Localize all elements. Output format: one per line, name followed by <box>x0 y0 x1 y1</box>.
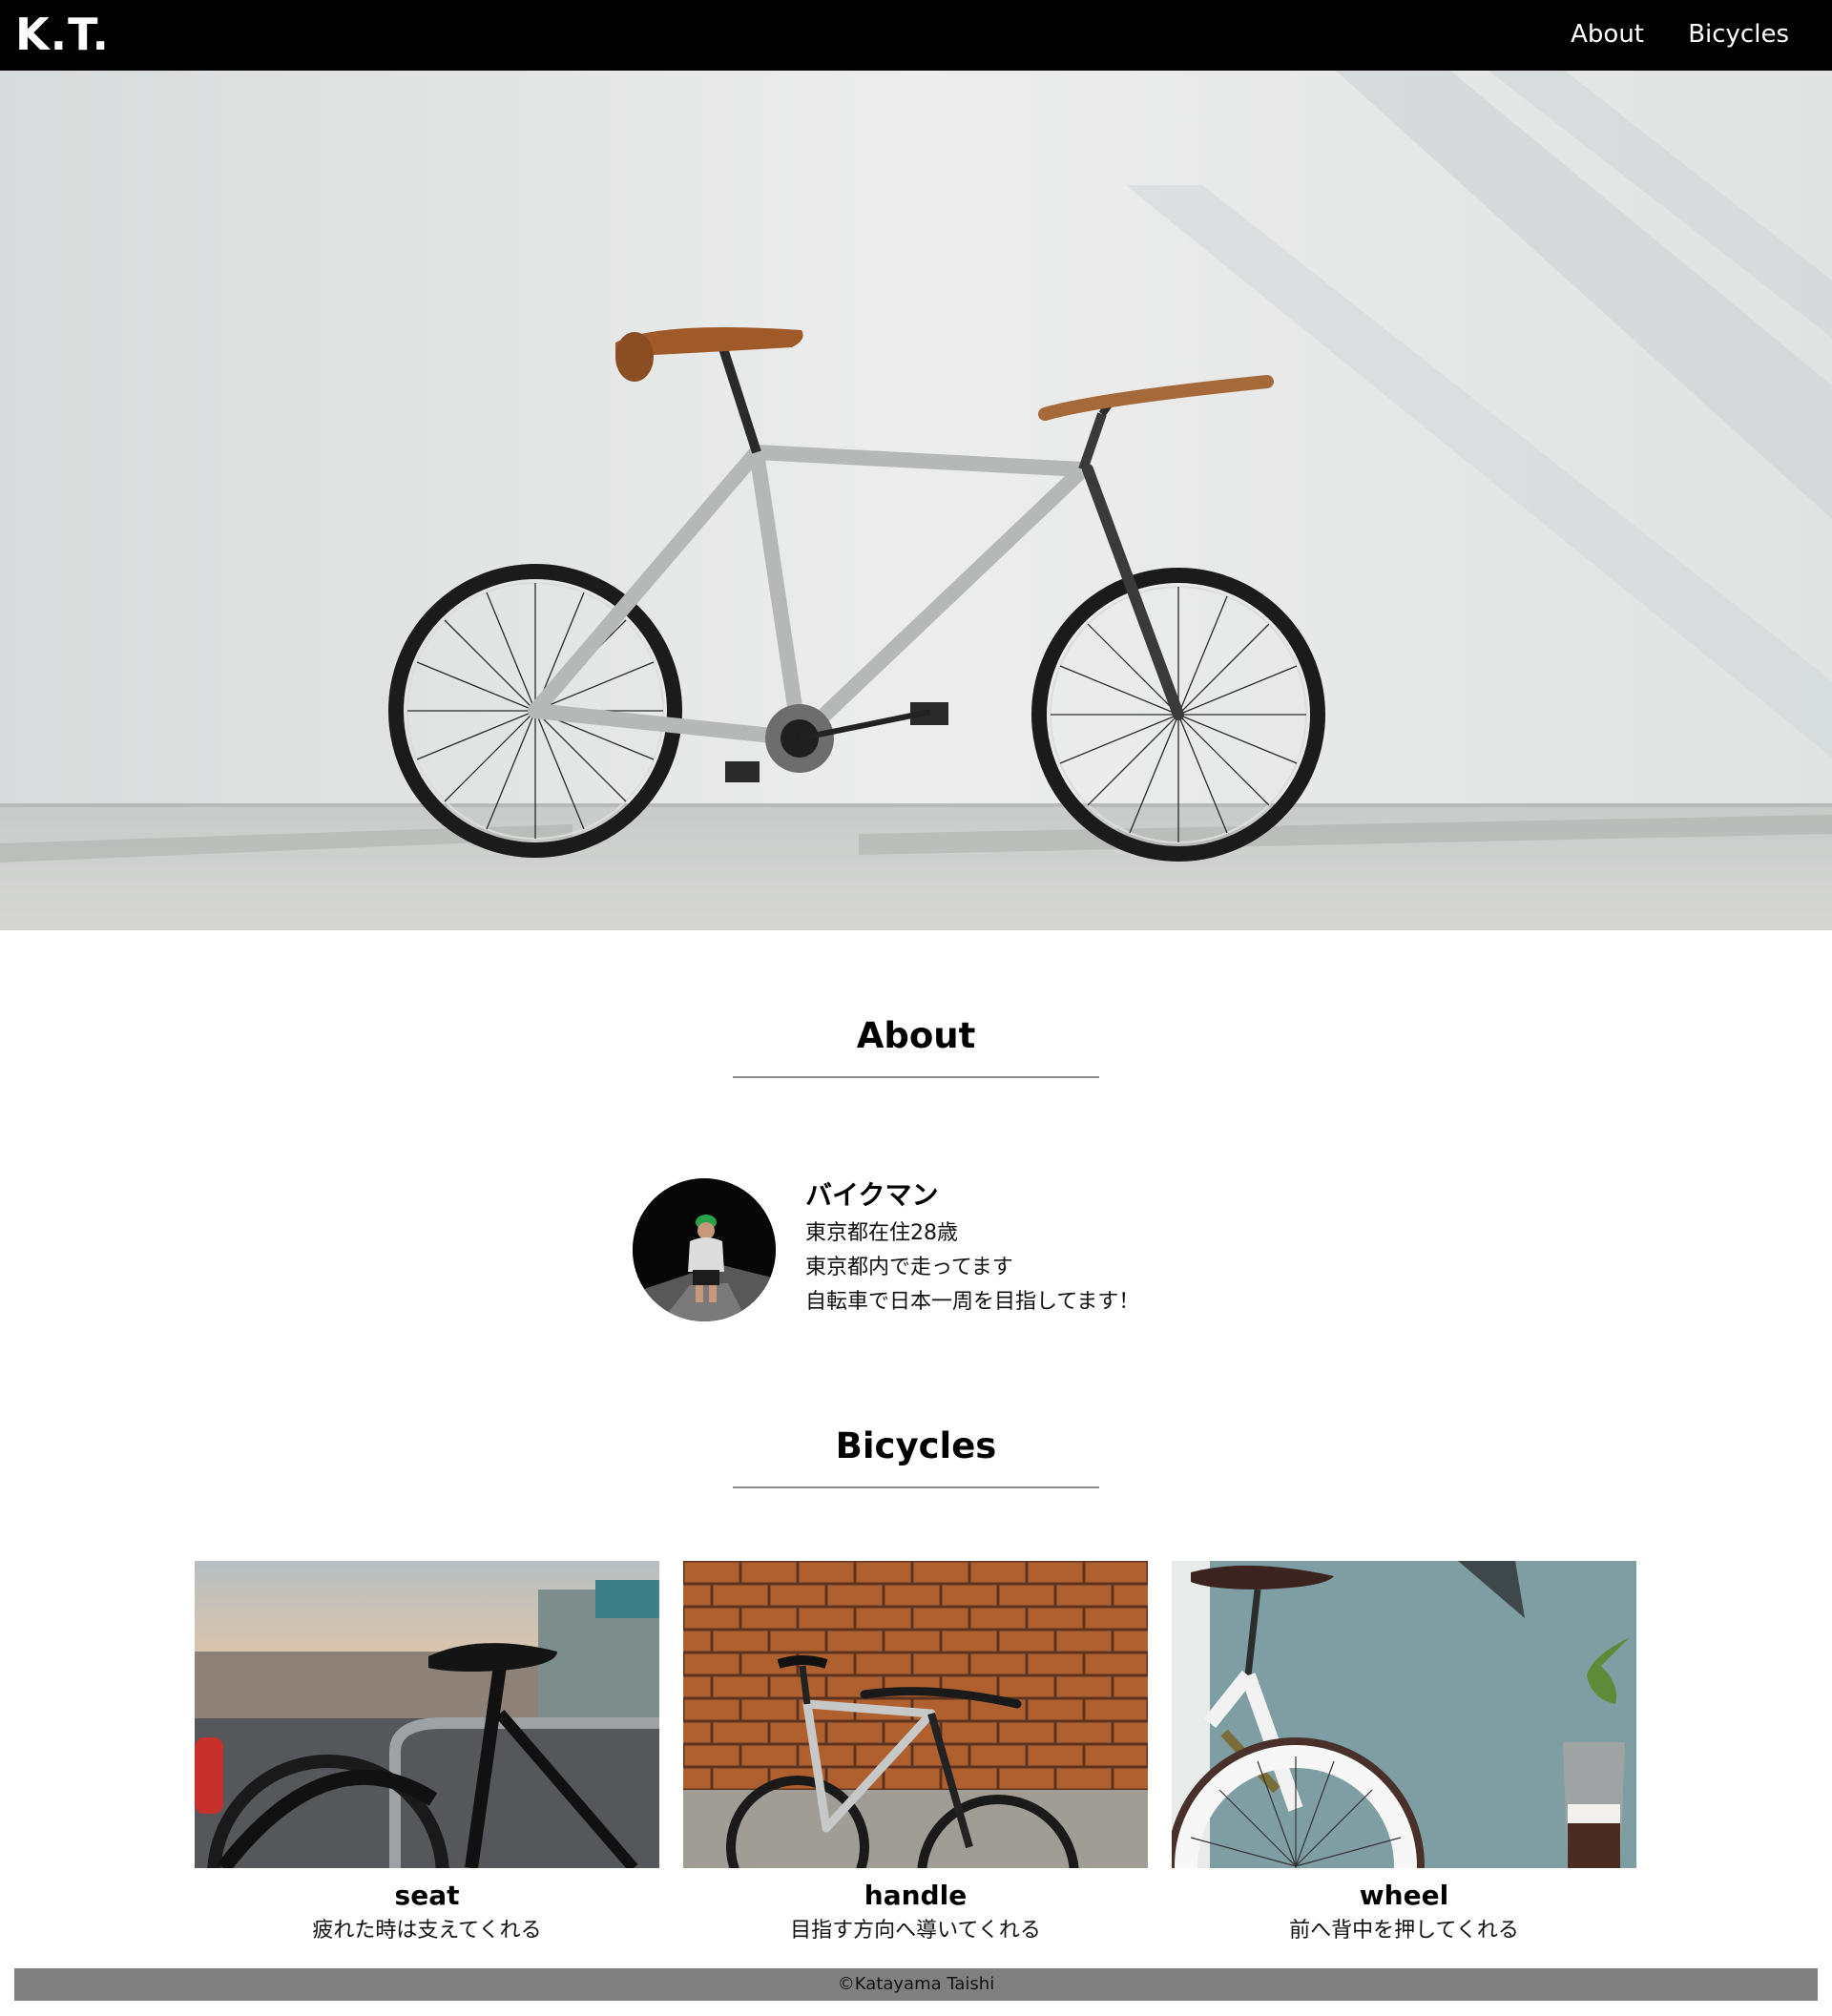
bicycle-card-handle-title: handle <box>864 1880 968 1911</box>
bicycle-card-wheel-title: wheel <box>1359 1880 1449 1911</box>
bicycle-card-seat-text: 疲れた時は支えてくれる <box>312 1919 542 1943</box>
site-header: K.T. About Bicycles <box>0 0 1832 71</box>
profile-avatar <box>633 1178 776 1321</box>
nav-link-bicycles[interactable]: Bicycles <box>1688 17 1789 52</box>
bicycle-card-wheel-image <box>1172 1561 1636 1868</box>
bicycle-card-handle-text: 目指す方向へ導いてくれる <box>790 1919 1041 1943</box>
nav-link-about[interactable]: About <box>1571 17 1644 52</box>
about-title-divider <box>733 1076 1099 1078</box>
bicycle-card-wheel-text: 前へ背中を押してくれる <box>1289 1919 1519 1943</box>
site-logo[interactable]: K.T. <box>15 6 110 63</box>
about-section-title: About <box>856 1015 976 1056</box>
bicycle-card-handle-image <box>683 1561 1148 1868</box>
profile-line-age: 東京都在住28歳 <box>805 1221 958 1245</box>
bicycle-card-seat-image <box>195 1561 659 1868</box>
profile-line-area: 東京都内で走ってます <box>805 1256 1013 1279</box>
bicycle-card-seat-title: seat <box>394 1880 460 1911</box>
site-footer: ©Katayama Taishi <box>14 1968 1818 2001</box>
bicycles-title-divider <box>733 1486 1099 1488</box>
hero-image <box>0 71 1832 930</box>
copyright-text: ©Katayama Taishi <box>837 1974 995 1994</box>
profile-line-goal: 自転車で日本一周を目指してます！ <box>805 1290 1140 1314</box>
bicycles-section-title: Bicycles <box>835 1425 997 1466</box>
profile-name: バイクマン <box>805 1179 939 1211</box>
